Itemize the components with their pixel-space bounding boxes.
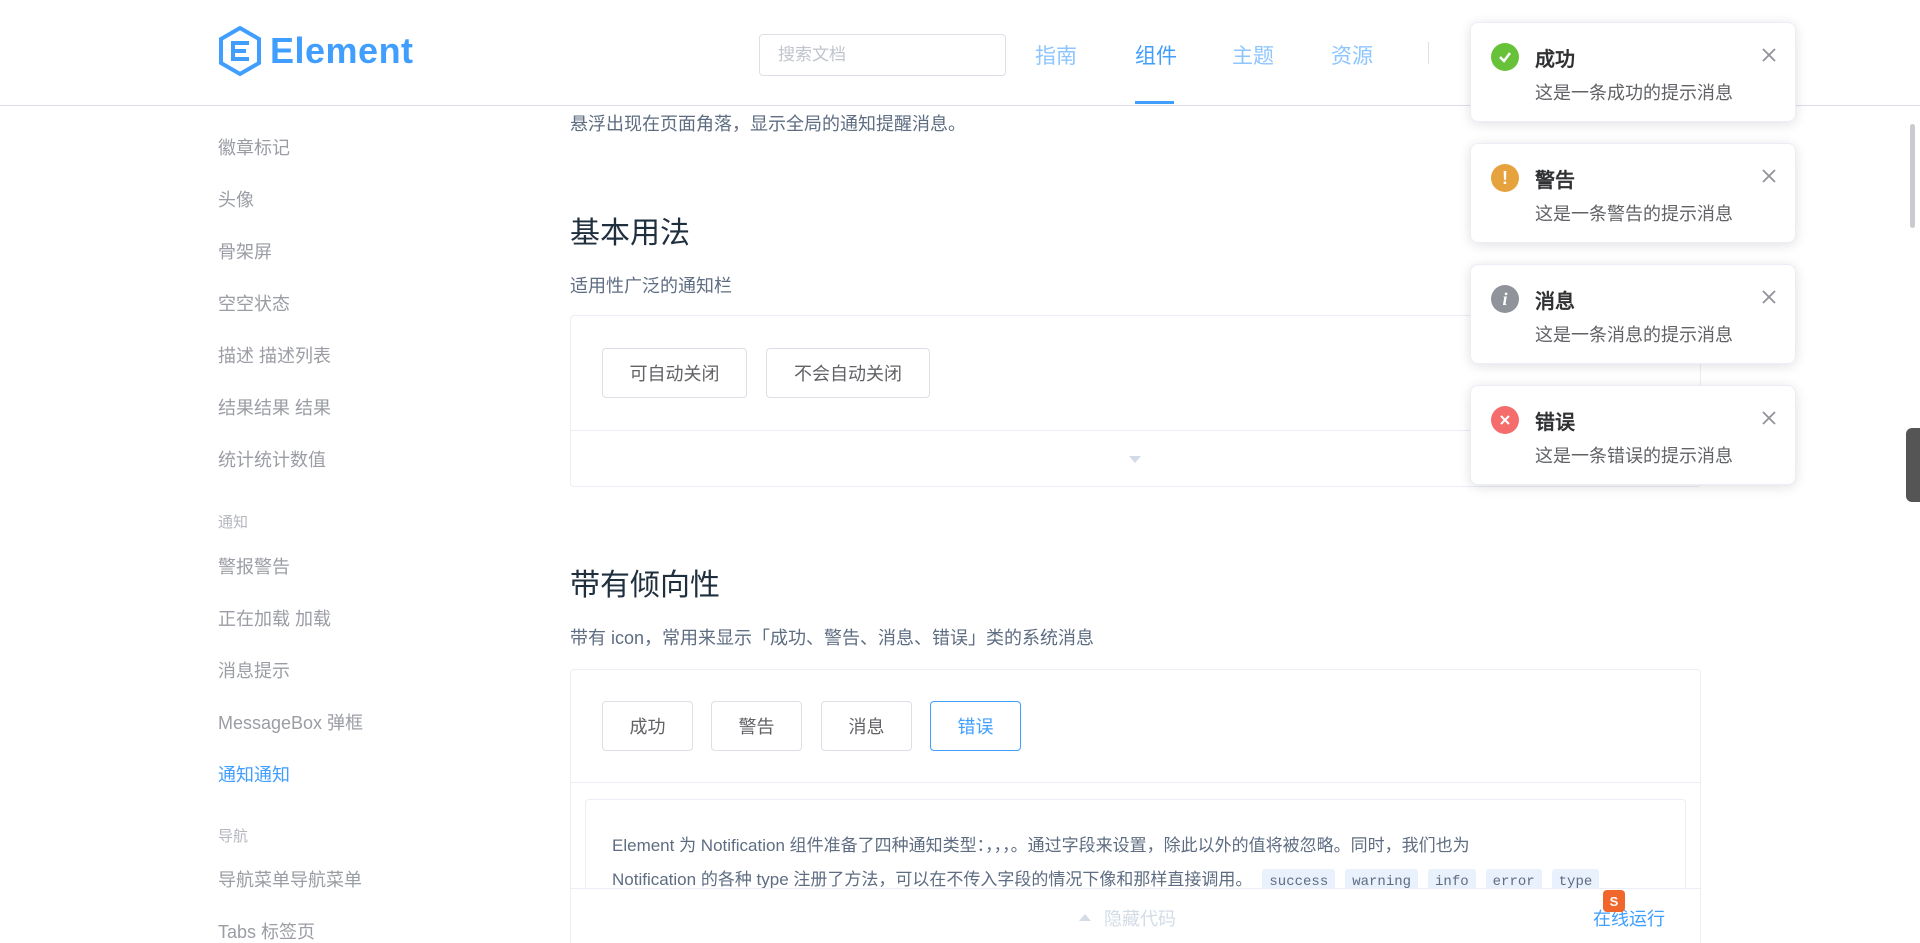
section-title-type: 带有倾向性 [570,569,720,602]
notification-message: 这是一条错误的提示消息 [1535,446,1733,466]
close-icon[interactable] [1759,408,1779,428]
notification-message: 这是一条消息的提示消息 [1535,325,1733,345]
demo-divider [571,782,1700,783]
hide-code-label: 隐藏代码 [1104,909,1176,929]
intro-text: 悬浮出现在页面角落，显示全局的通知提醒消息。 [570,114,966,134]
info-icon: i [1491,285,1519,313]
notification-error: 错误 这是一条错误的提示消息 [1470,385,1796,485]
auto-close-button[interactable]: 可自动关闭 [602,348,747,398]
section-title-basic: 基本用法 [570,217,690,250]
warning-button[interactable]: 警告 [711,701,802,751]
demo-box-type: 成功 警告 消息 错误 Element 为 Notification 组件准备了… [570,669,1701,943]
section-desc-basic: 适用性广泛的通知栏 [570,276,732,296]
notification-warning: ! 警告 这是一条警告的提示消息 [1470,143,1796,243]
sidebar-item-statistic[interactable]: 统计统计数值 [218,446,326,472]
description-line-1: Element 为 Notification 组件准备了四种通知类型：，，，。通… [612,836,1470,855]
nav-divider [1428,42,1429,64]
element-logo-icon [219,26,261,76]
caret-up-icon [1079,914,1091,921]
close-icon[interactable] [1759,287,1779,307]
sidebar-item-messagebox[interactable]: MessageBox 弹框 [218,709,363,735]
notification-success: 成功 这是一条成功的提示消息 [1470,22,1796,122]
no-auto-close-button[interactable]: 不会自动关闭 [766,348,930,398]
sidebar-item-alert[interactable]: 警报警告 [218,553,290,579]
section-desc-type: 带有 icon，常用来显示「成功、警告、消息、错误」类的系统消息 [570,628,1095,648]
logo[interactable]: Element [218,26,414,76]
notification-info: i 消息 这是一条消息的提示消息 [1470,264,1796,364]
sidebar-item-result[interactable]: 结果结果 结果 [218,394,331,420]
sidebar-item-empty[interactable]: 空空状态 [218,290,290,316]
success-button[interactable]: 成功 [602,701,693,751]
sidebar-item-avatar[interactable]: 头像 [218,186,254,212]
sidebar-item-badge[interactable]: 徽章标记 [218,134,290,160]
notification-message: 这是一条成功的提示消息 [1535,83,1733,103]
nav-resources[interactable]: 资源 [1331,40,1373,70]
sidebar-item-menu[interactable]: 导航菜单导航菜单 [218,866,362,892]
sidebar-item-message[interactable]: 消息提示 [218,657,290,683]
description-line-2-text: Notification 的各种 type 注册了方法，可以在不传入字段的情况下… [612,870,1253,889]
nav-components[interactable]: 组件 [1135,40,1177,70]
sidebar-item-loading[interactable]: 正在加载 加载 [218,605,331,631]
notification-title: 错误 [1535,412,1575,434]
search-input[interactable] [759,34,1006,76]
sidebar-item-tabs[interactable]: Tabs 标签页 [218,918,315,943]
nav-guide[interactable]: 指南 [1035,40,1077,70]
floating-side-widget[interactable] [1906,428,1920,502]
warning-icon: ! [1491,164,1519,192]
sidebar-item-descriptions[interactable]: 描述 描述列表 [218,342,331,368]
page-scrollbar[interactable] [1910,124,1915,228]
close-icon[interactable] [1759,166,1779,186]
error-icon [1491,406,1519,434]
hide-code-toggle[interactable]: 隐藏代码 [1078,905,1176,931]
demo-control-bar: 隐藏代码 在线运行 [571,888,1700,943]
check-icon [1491,43,1519,71]
notification-title: 成功 [1535,49,1575,71]
notification-message: 这是一条警告的提示消息 [1535,204,1733,224]
sidebar-item-skeleton[interactable]: 骨架屏 [218,238,272,264]
close-icon[interactable] [1759,45,1779,65]
codepen-icon[interactable]: S [1603,890,1625,912]
sidebar-group-notify: 通知 [218,514,249,531]
nav-theme[interactable]: 主题 [1232,40,1274,70]
logo-text: Element [270,30,414,71]
sidebar-group-navigation: 导航 [218,828,249,845]
sidebar-item-notification[interactable]: 通知通知 [218,761,290,787]
nav-active-indicator [1135,101,1174,104]
info-button[interactable]: 消息 [821,701,912,751]
caret-down-icon [1129,456,1141,463]
error-button[interactable]: 错误 [930,701,1021,751]
notification-title: 警告 [1535,170,1575,192]
notification-title: 消息 [1535,291,1575,313]
